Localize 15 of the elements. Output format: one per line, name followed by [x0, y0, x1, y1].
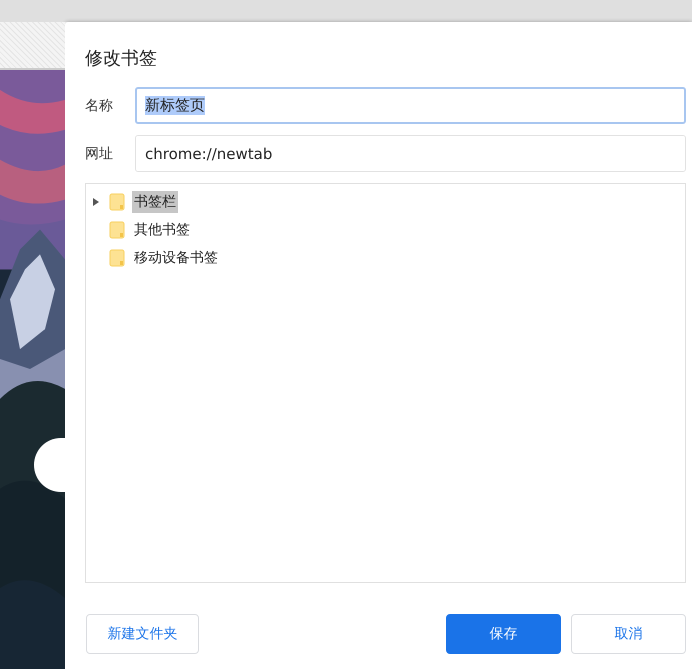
input-field[interactable]: 新标签页 [135, 87, 686, 124]
dialog-button[interactable]: 新建文件夹 [86, 614, 199, 654]
field-label: 名称 [85, 96, 114, 114]
folder-item[interactable]: 书签栏 [132, 191, 178, 213]
folder-item[interactable]: 其他书签 [132, 219, 192, 241]
input-field[interactable]: chrome://newtab [135, 135, 686, 172]
folder-icon [109, 193, 125, 211]
expand-arrow-icon[interactable] [92, 197, 100, 207]
field-label: 网址 [85, 144, 114, 162]
folder-icon [109, 249, 125, 267]
folder-icon [109, 221, 125, 239]
folder-item[interactable]: 移动设备书签 [132, 247, 220, 269]
dialog-title: 修改书签 [85, 47, 158, 70]
dialog-button[interactable]: 保存 [446, 614, 561, 654]
dialog-button[interactable]: 取消 [571, 614, 686, 654]
